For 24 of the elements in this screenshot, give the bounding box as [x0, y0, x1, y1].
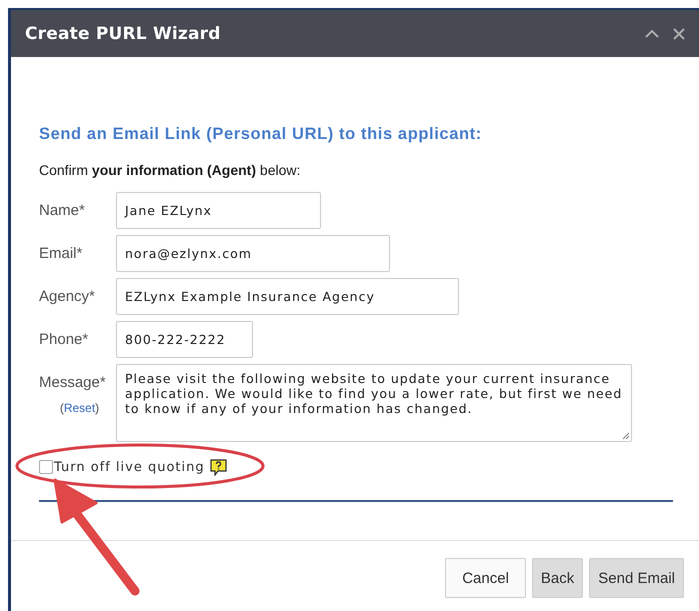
text-field[interactable]: 800-222-2222	[116, 321, 253, 358]
window-title: Create PURL Wizard	[25, 24, 222, 44]
text-field[interactable]: Jane EZLynx	[116, 192, 321, 229]
field-label: Phone*	[39, 331, 88, 348]
field-label: Email*	[39, 245, 82, 262]
resize-grip-icon[interactable]	[622, 432, 630, 440]
reset-text: (Reset)	[60, 401, 100, 415]
checkbox-label: Turn off live quoting	[54, 460, 205, 474]
text-field[interactable]: nora@ezlynx.com	[116, 235, 390, 272]
action-button[interactable]: Send Email	[589, 558, 684, 598]
message-field[interactable]: Please visit the following website to update your current insurance application. We would like to find you a lower rate, but first we need to know if any of your information has changed.	[116, 364, 632, 442]
collapse-icon[interactable]	[645, 29, 659, 38]
help-icon[interactable]	[210, 458, 227, 476]
reset-link[interactable]: Reset	[64, 401, 96, 415]
instruction-text: Confirm your information (Agent) below:	[39, 162, 302, 178]
close-icon[interactable]	[673, 28, 685, 40]
section-heading: Send an Email Link (Personal URL) to this applicant:	[39, 125, 483, 144]
field-label: Name*	[39, 202, 85, 219]
field-label: Message*	[39, 374, 106, 391]
text-field[interactable]: EZLynx Example Insurance Agency	[116, 278, 459, 315]
checkbox[interactable]	[39, 460, 53, 474]
cancel-button[interactable]: Cancel	[445, 558, 526, 598]
action-button[interactable]: Back	[532, 558, 584, 598]
field-label: Agency*	[39, 288, 95, 305]
